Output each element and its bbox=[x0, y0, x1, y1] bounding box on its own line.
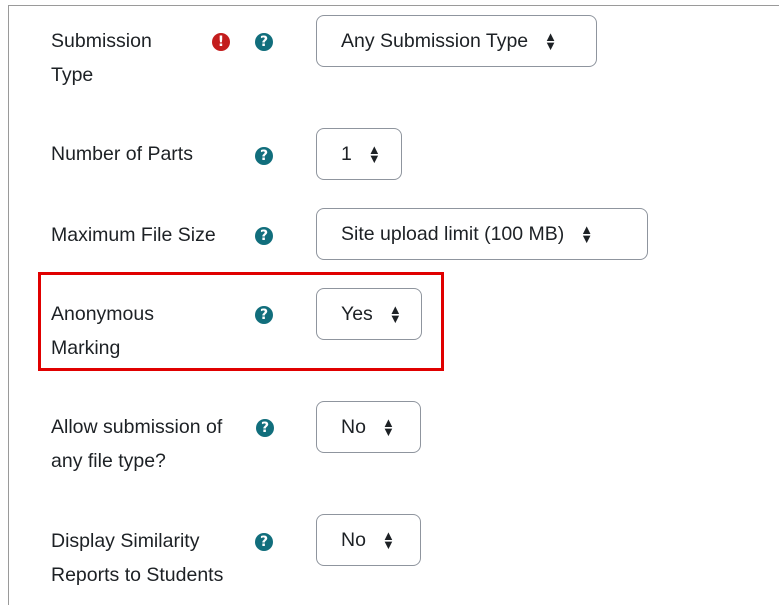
sort-arrows-icon: ▲ ▼ bbox=[388, 302, 402, 326]
required-icon: ! bbox=[212, 33, 230, 51]
maximum-file-size-label: Maximum File Size bbox=[51, 224, 216, 246]
anonymous-marking-label: Anonymous Marking bbox=[51, 303, 154, 359]
frame-left-border bbox=[8, 5, 9, 605]
anonymous-marking-select[interactable]: Yes ▲ ▼ bbox=[316, 288, 422, 340]
display-similarity-reports-select[interactable]: No ▲ ▼ bbox=[316, 514, 421, 566]
sort-arrows-icon: ▲ ▼ bbox=[544, 29, 558, 53]
submission-type-label: Submission Type bbox=[51, 30, 152, 86]
allow-any-file-type-select[interactable]: No ▲ ▼ bbox=[316, 401, 421, 453]
frame-top-border bbox=[8, 5, 779, 6]
help-icon[interactable]: ? bbox=[255, 147, 273, 165]
sort-arrows-icon: ▲ ▼ bbox=[381, 415, 395, 439]
allow-any-file-type-label: Allow submission of any file type? bbox=[51, 416, 223, 472]
number-of-parts-label: Number of Parts bbox=[51, 143, 193, 165]
help-icon[interactable]: ? bbox=[255, 227, 273, 245]
maximum-file-size-select[interactable]: Site upload limit (100 MB) ▲ ▼ bbox=[316, 208, 648, 260]
display-similarity-reports-label: Display Similarity Reports to Students bbox=[51, 530, 224, 586]
help-icon[interactable]: ? bbox=[256, 419, 274, 437]
sort-arrows-icon: ▲ ▼ bbox=[367, 142, 381, 166]
help-icon[interactable]: ? bbox=[255, 533, 273, 551]
sort-arrows-icon: ▲ ▼ bbox=[580, 222, 594, 246]
help-icon[interactable]: ? bbox=[255, 306, 273, 324]
help-icon[interactable]: ? bbox=[255, 33, 273, 51]
submission-type-select[interactable]: Any Submission Type ▲ ▼ bbox=[316, 15, 597, 67]
sort-arrows-icon: ▲ ▼ bbox=[381, 528, 395, 552]
number-of-parts-select[interactable]: 1 ▲ ▼ bbox=[316, 128, 402, 180]
